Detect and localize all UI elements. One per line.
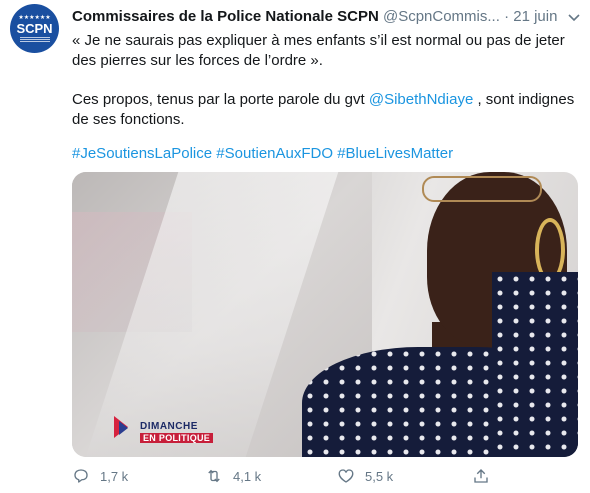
avatar[interactable]: ★★★★★★ SCPN: [10, 4, 59, 53]
tweet-header: Commissaires de la Police Nationale SCPN…: [72, 7, 582, 27]
body-text: Ces propos, tenus par la porte parole du…: [72, 91, 369, 108]
hashtag-link[interactable]: #BlueLivesMatter: [337, 145, 453, 162]
show-subtitle: EN POLITIQUE: [140, 433, 214, 443]
share-button[interactable]: [472, 467, 500, 485]
reply-button[interactable]: 1,7 k: [72, 467, 128, 485]
polka-dot-shirt-shoulder: [492, 272, 578, 457]
reply-count: 1,7 k: [100, 468, 129, 484]
author-handle[interactable]: @ScpnCommis...: [383, 8, 500, 25]
like-count: 5,5 k: [365, 468, 394, 484]
tweet-video[interactable]: DIMANCHE EN POLITIQUE: [72, 172, 578, 457]
glasses: [422, 176, 542, 202]
retweet-count: 4,1 k: [233, 468, 262, 484]
tweet-body: Ces propos, tenus par la porte parole du…: [72, 90, 577, 130]
show-title: DIMANCHE: [140, 421, 198, 432]
share-icon: [474, 469, 488, 483]
like-icon: [338, 469, 354, 483]
retweet-icon: [208, 469, 220, 483]
chevron-down-icon[interactable]: [567, 10, 581, 24]
tweet-actions: 1,7 k 4,1 k 5,5 k: [72, 463, 582, 491]
hashtag-link[interactable]: #JeSoutiensLaPolice: [72, 145, 212, 162]
hashtag-link[interactable]: #SoutienAuxFDO: [216, 145, 333, 162]
author-name[interactable]: Commissaires de la Police Nationale SCPN: [72, 8, 379, 25]
mention-link[interactable]: @SibethNdiaye: [369, 91, 473, 108]
hashtags: #JeSoutiensLaPolice #SoutienAuxFDO #Blue…: [72, 144, 577, 164]
avatar-logo-text: SCPN: [16, 21, 53, 36]
tweet-date[interactable]: 21 juin: [513, 8, 557, 25]
avatar-logo-subtitle: [19, 37, 50, 42]
like-button[interactable]: 5,5 k: [337, 467, 393, 485]
reply-icon: [74, 469, 88, 483]
show-logo-icon: [114, 416, 134, 438]
retweet-button[interactable]: 4,1 k: [205, 467, 261, 485]
separator-dot: ·: [504, 8, 510, 25]
tweet-quote: « Je ne saurais pas expliquer à mes enfa…: [72, 32, 565, 69]
